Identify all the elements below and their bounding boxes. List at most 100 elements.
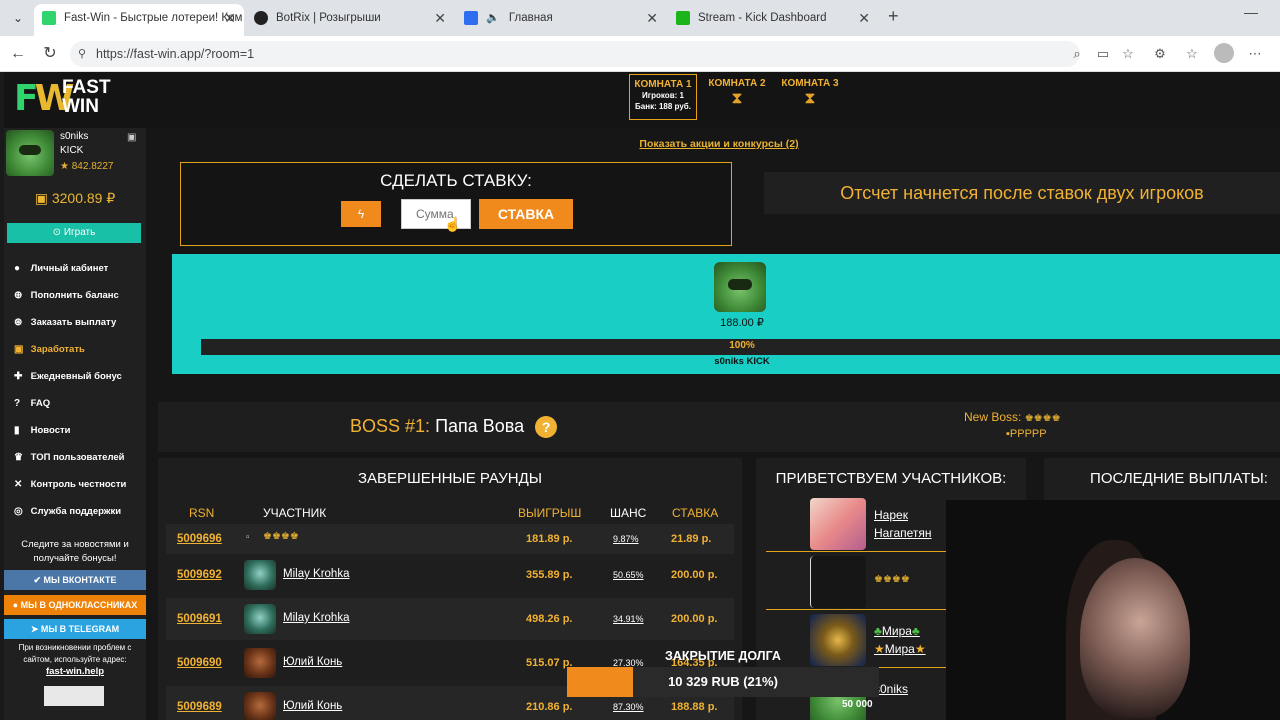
promotions-link[interactable]: Показать акции и конкурсы (2) [158,138,1280,150]
table-row[interactable]: 5009696 ▫ ♚♚♚♚ 181.89 р. 9.87% 21.89 р. [166,524,734,554]
player-name[interactable]: Milay Krohka [283,598,349,638]
round-chance[interactable]: 34.91% [613,598,644,640]
minimize-icon[interactable]: — [1244,4,1258,20]
download-circle-icon: ⊛ [14,317,23,328]
col-header-rsn: RSN [189,506,215,520]
payouts-title: ПОСЛЕДНИЕ ВЫПЛАТЫ: [1090,470,1268,487]
help-link[interactable]: fast-win.help [46,666,104,677]
round-id[interactable]: 5009690 [177,642,222,684]
sidebar-item-faq[interactable]: ? FAQ [14,397,126,424]
logo-text: FAST WIN [62,78,111,116]
bet-button[interactable]: СТАВКА [479,199,573,229]
zoom-icon[interactable]: ⌕ [1068,45,1086,63]
list-item[interactable]: ♣Мира♣ ★Мира★ [766,612,946,668]
crown-icon: ♚♚♚♚ [263,531,299,542]
user-avatar [810,614,866,666]
room-1-tab[interactable]: КОМНАТА 1 Игроков: 1 Банк: 188 руб. [629,74,697,120]
site-info-icon[interactable]: ⚲ [78,41,86,67]
balance-value: 3200.89 ₽ [51,190,116,206]
round-chance[interactable]: 50.65% [613,554,644,596]
site-logo[interactable]: FW FAST WIN [14,78,124,122]
follow-line-1: Следите за новостями и [21,539,129,550]
table-row[interactable]: 5009691 Milay Krohka 498.26 р. 34.91% 20… [166,598,734,640]
sidebar-item-fairness[interactable]: ✕ Контроль честности [14,478,126,505]
sidebar-item-label: Пополнить баланс [30,290,119,301]
user-name[interactable]: ♣Мира♣ ★Мира★ [874,622,926,658]
player-avatar [244,560,276,590]
round-id[interactable]: 5009692 [177,554,222,596]
logo-line-2: WIN [62,96,99,117]
tab-fast-win[interactable]: Fast-Win - Быстрые лотереи! Ком ✕ [34,4,244,36]
settings-icon[interactable]: ▣ [127,132,136,143]
sidebar-item-withdraw[interactable]: ⊛ Заказать выплату [14,316,126,343]
user-name[interactable]: s0niks [874,680,908,698]
sidebar-item-label: Контроль честности [30,479,127,490]
close-tab-icon[interactable]: ✕ [434,4,446,32]
url-field[interactable]: ⚲ https://fast-win.app/?room=1 [70,41,1080,67]
room-2-tab[interactable]: КОМНАТА 2 ⧗ [703,74,771,120]
user-avatar[interactable] [6,130,54,176]
lightning-icon[interactable]: ϟ [341,201,381,227]
broken-image-icon [810,556,866,608]
favorites-list-icon[interactable]: ☆ [1183,45,1201,63]
player-avatar [244,692,276,720]
leaf-icon: ♣ [874,624,882,638]
webcam-overlay [946,500,1280,720]
vk-button[interactable]: ✔ МЫ ВКОНТАКТЕ [4,570,146,590]
reader-icon[interactable]: ▭ [1094,45,1112,63]
tab-list-icon[interactable]: ⌄ [8,8,28,28]
person-face [1080,558,1190,718]
question-icon[interactable]: ? [535,416,558,439]
tab-main[interactable]: 🔈 Главная ✕ [456,4,666,36]
room-3-tab[interactable]: КОМНАТА 3 ⧗ [776,74,844,120]
play-button[interactable]: ⊙ Играть [7,223,141,243]
round-id[interactable]: 5009696 [177,524,222,554]
round-chance[interactable]: 9.87% [613,524,639,554]
new-tab-button[interactable]: + [888,6,899,27]
sidebar-item-daily-bonus[interactable]: ✚ Ежедневный бонус [14,370,126,397]
back-icon[interactable]: ← [8,44,28,64]
follow-text: Следите за новостями и получайте бонусы! [4,538,146,566]
round-stake: 21.89 р. [671,533,712,545]
user-name[interactable]: Нарек Нагапетян [874,506,932,542]
col-header-win: ВЫИГРЫШ [518,506,582,520]
vk-label: МЫ ВКОНТАКТЕ [43,575,117,585]
profile-avatar[interactable] [1214,43,1234,63]
sidebar-item-earn[interactable]: ▣ Заработать [14,343,126,370]
ok-label: МЫ В ОДНОКЛАССНИКАХ [20,600,138,610]
close-tab-icon[interactable]: ✕ [858,4,870,32]
speaker-icon[interactable]: 🔈 [486,4,500,32]
list-item[interactable]: Нарек Нагапетян [766,496,946,552]
kick-favicon-icon [676,11,690,25]
player-name[interactable]: Milay Krohka [283,554,349,594]
more-menu-icon[interactable]: ⋯ [1246,45,1264,63]
user-name-text: Мира [884,642,915,656]
tab-label: Главная [508,12,553,24]
list-item[interactable]: ♚♚♚♚ [766,554,946,610]
counter-badge[interactable] [44,686,104,706]
sidebar-item-deposit[interactable]: ⊕ Пополнить баланс [14,289,126,316]
ok-button[interactable]: ● МЫ В ОДНОКЛАССНИКАХ [4,595,146,615]
telegram-button[interactable]: ➤ МЫ В TELEGRAM [4,619,146,639]
sidebar-item-account[interactable]: ● Личный кабинет [14,262,126,289]
progress-percent: 100% [729,340,755,351]
sidebar-item-news[interactable]: ▮ Новости [14,424,126,451]
extensions-icon[interactable]: ⚙ [1151,45,1169,63]
round-id[interactable]: 5009689 [177,686,222,720]
tab-kick-dashboard[interactable]: Stream - Kick Dashboard ✕ [668,4,878,36]
round-id[interactable]: 5009691 [177,598,222,640]
boss-number: BOSS #1: [350,416,431,436]
favorite-icon[interactable]: ☆ [1119,45,1137,63]
table-row[interactable]: 5009692 Milay Krohka 355.89 р. 50.65% 20… [166,554,734,596]
tab-botrix[interactable]: BotRix | Розыгрыши ✕ [246,4,454,36]
room-name: КОМНАТА 2 [708,78,766,89]
player-name[interactable]: Юлий Конь [283,686,342,720]
reload-icon[interactable]: ↻ [40,44,60,64]
user-name: s0niks KICK [60,130,88,158]
tab-label: BotRix | Розыгрыши [276,12,381,24]
player-name[interactable]: Юлий Конь [283,642,342,682]
sidebar-item-top-users[interactable]: ♛ ТОП пользователей [14,451,126,478]
close-tab-icon[interactable]: ✕ [224,4,236,32]
sidebar-item-support[interactable]: ◎ Служба поддержки [14,505,126,532]
close-tab-icon[interactable]: ✕ [646,4,658,32]
